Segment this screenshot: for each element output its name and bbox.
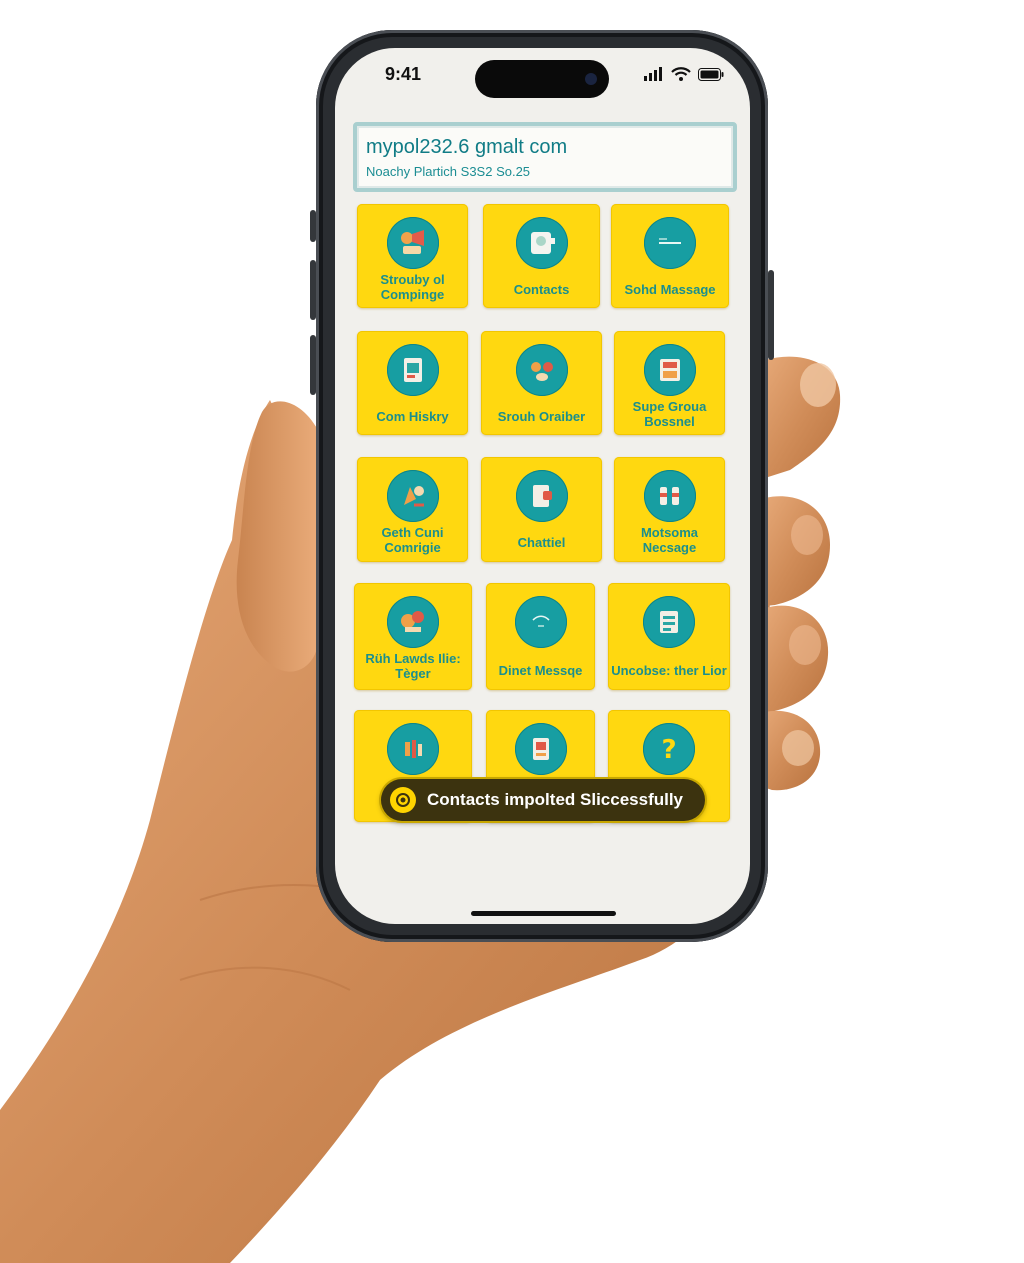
tile-campaign[interactable]: Strouby ol Compinge bbox=[357, 204, 468, 308]
tools-icon bbox=[387, 723, 439, 775]
channel-icon bbox=[515, 470, 568, 522]
account-email: mypol232.6 gmalt com bbox=[366, 136, 568, 158]
wifi-icon bbox=[671, 67, 691, 81]
tile-unsubscribe-list[interactable]: Uncobse: ther Lior bbox=[608, 583, 730, 690]
tile-tag[interactable]: Rüh Lawds Ilie: Tèger bbox=[354, 583, 472, 690]
tile-label: Motsoma Necsage bbox=[640, 525, 699, 555]
tile-group[interactable]: Srouh Oraiber bbox=[481, 331, 602, 435]
account-subtitle: Noachy Plartich S3S2 So.25 bbox=[366, 164, 531, 179]
super-group-icon bbox=[643, 344, 696, 396]
success-coin-icon bbox=[390, 787, 416, 813]
tile-channel[interactable]: Chattiel bbox=[481, 457, 602, 562]
contacts-icon bbox=[515, 217, 568, 269]
tile-send-message[interactable]: Sohd Massage bbox=[611, 204, 729, 308]
history-icon bbox=[386, 344, 439, 396]
tile-contacts[interactable]: Contacts bbox=[483, 204, 600, 308]
help-icon: ? bbox=[643, 723, 695, 775]
tile-direct-message[interactable]: Dinet Messqe bbox=[486, 583, 595, 690]
direct-message-icon bbox=[514, 596, 567, 648]
side-button-left-2 bbox=[310, 260, 316, 320]
bulk-message-icon bbox=[643, 470, 696, 522]
tile-bulk-message[interactable]: Motsoma Necsage bbox=[614, 457, 725, 562]
signal-icon bbox=[644, 67, 662, 81]
battery-icon bbox=[698, 67, 724, 81]
tile-label: Contacts bbox=[513, 282, 570, 297]
campaign-icon bbox=[386, 217, 439, 269]
tile-label: Uncobse: ther Lior bbox=[611, 663, 727, 678]
side-button-left-3 bbox=[310, 335, 316, 395]
success-toast: Contacts impolted Sliccessfully bbox=[381, 779, 705, 821]
tile-label: Srouh Oraiber bbox=[497, 409, 586, 424]
unsubscribe-list-icon bbox=[643, 596, 695, 648]
tile-label: Supe Groua Bossnel bbox=[632, 399, 707, 429]
svg-text:?: ? bbox=[661, 735, 676, 765]
tile-label: Geth Cuni Comrigie bbox=[381, 525, 444, 555]
tile-label: Dinet Messqe bbox=[498, 663, 583, 678]
side-button-right bbox=[768, 270, 774, 360]
dynamic-island bbox=[475, 60, 609, 98]
group-icon bbox=[515, 344, 568, 396]
home-indicator[interactable] bbox=[471, 911, 616, 916]
tile-get-campaign[interactable]: Geth Cuni Comrigie bbox=[357, 457, 468, 562]
side-button-left-1 bbox=[310, 210, 316, 242]
send-message-icon bbox=[644, 217, 696, 269]
tile-label: Chattiel bbox=[517, 535, 566, 550]
account-header[interactable]: mypol232.6 gmalt com Noachy Plartich S3S… bbox=[353, 122, 737, 192]
tile-history[interactable]: Com Hiskry bbox=[357, 331, 468, 435]
camera-icon bbox=[585, 73, 597, 85]
tile-label: Rüh Lawds Ilie: Tèger bbox=[365, 651, 461, 681]
document-icon bbox=[514, 723, 567, 775]
tag-icon bbox=[387, 596, 439, 648]
tile-label: Strouby ol Compinge bbox=[380, 272, 445, 302]
toast-message: Contacts impolted Sliccessfully bbox=[427, 790, 684, 809]
phone-screen: 9:41 mypol232.6 gmalt com Noachy Plartic… bbox=[335, 48, 750, 924]
status-time: 9:41 bbox=[385, 64, 422, 84]
get-campaign-icon bbox=[386, 470, 439, 522]
tile-super-group[interactable]: Supe Groua Bossnel bbox=[614, 331, 725, 435]
tile-label: Sohd Massage bbox=[624, 282, 716, 297]
tile-label: Com Hiskry bbox=[376, 409, 449, 424]
status-icons bbox=[644, 66, 724, 82]
